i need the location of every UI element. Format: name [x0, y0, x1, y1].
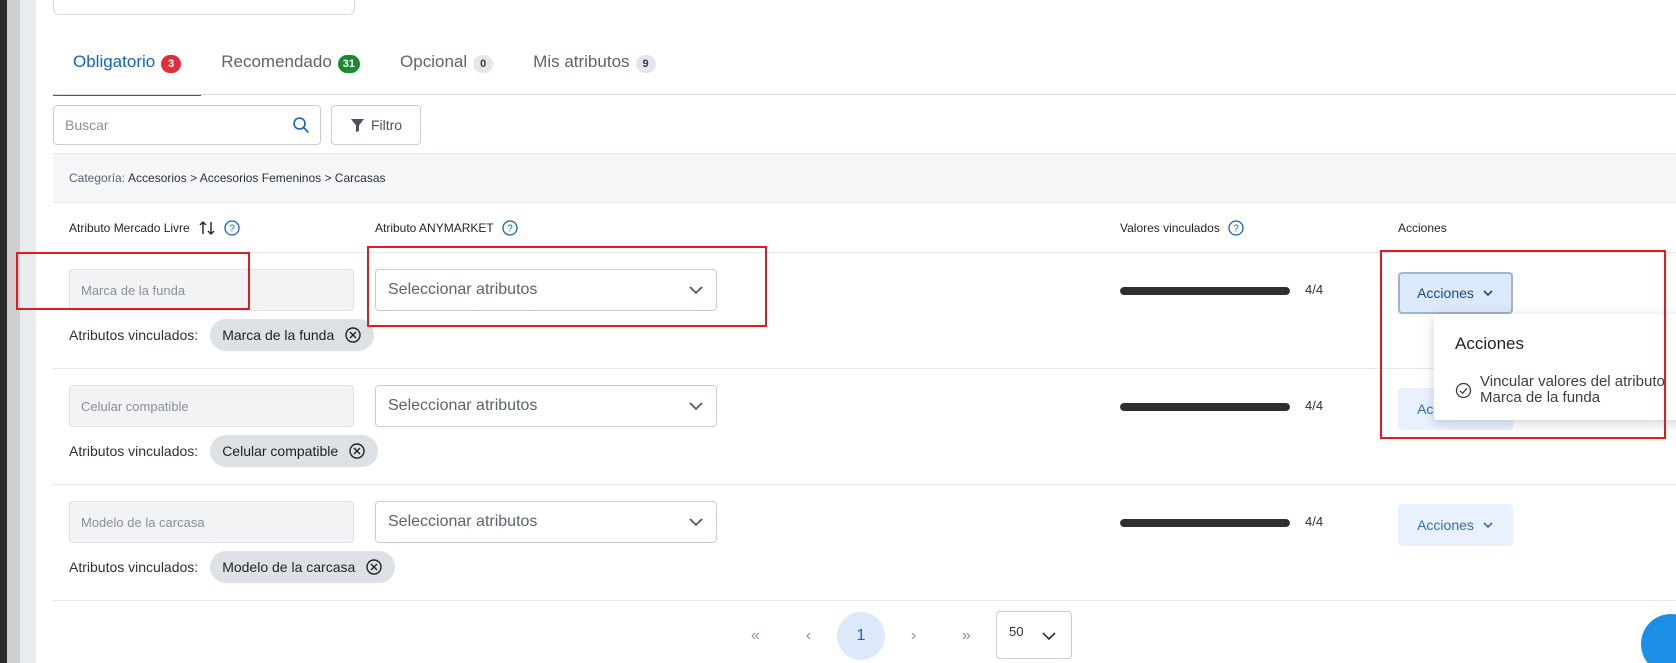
linked-values-progress	[1120, 403, 1290, 411]
page-size-value: 50	[1009, 624, 1024, 639]
chevron-down-icon	[1042, 632, 1056, 641]
tab-recomendado[interactable]: Recomendado 31	[201, 40, 380, 96]
tab-label: Obligatorio	[73, 52, 156, 71]
next-page-button[interactable]: ›	[887, 612, 940, 660]
tab-count-badge: 31	[337, 55, 361, 73]
filter-icon	[350, 118, 364, 132]
filter-label: Filtro	[370, 117, 403, 133]
tab-count-badge: 0	[473, 55, 494, 73]
chevron-down-icon	[1483, 522, 1493, 529]
sort-icon[interactable]	[198, 219, 216, 237]
search-input[interactable]	[65, 106, 285, 144]
category-path: Accesorios > Accesorios Femeninos > Carc…	[128, 171, 386, 185]
left-window-edge	[0, 0, 7, 663]
header-label: Atributo Mercado Livre	[69, 221, 190, 235]
linked-attribute-chip: Celular compatible	[210, 435, 379, 467]
header-label: Atributo ANYMARKET	[375, 221, 494, 235]
linked-attribute-chip: Marca de la funda	[210, 319, 375, 351]
progress-text: 4/4	[1305, 514, 1324, 529]
remove-chip-icon[interactable]	[344, 326, 362, 344]
tab-bar: Obligatorio 3 Recomendado 31 Opcional 0 …	[53, 40, 676, 96]
current-page-button[interactable]: 1	[837, 612, 885, 660]
prev-page-button[interactable]: ‹	[782, 612, 835, 660]
page-size-select[interactable]: 50	[996, 611, 1072, 659]
linked-label: Atributos vinculados:	[69, 327, 199, 343]
annotation-highlight-box	[1380, 250, 1666, 439]
tab-label: Opcional	[400, 52, 468, 71]
header-label: Valores vinculados	[1120, 221, 1220, 235]
linked-attribute-chip: Modelo de la carcasa	[210, 551, 396, 583]
linked-label: Atributos vinculados:	[69, 443, 199, 459]
search-box	[53, 105, 321, 145]
progress-fill	[1120, 519, 1290, 527]
annotation-highlight-box	[16, 252, 250, 310]
select-placeholder: Seleccionar atributos	[388, 397, 538, 414]
progress-fill	[1120, 287, 1290, 295]
linked-label: Atributos vinculados:	[69, 559, 199, 575]
header-label: Acciones	[1398, 221, 1447, 235]
tab-label: Mis atributos	[533, 52, 630, 71]
tab-count-badge: 9	[635, 55, 656, 73]
chevron-down-icon	[689, 518, 703, 527]
chip-label: Celular compatible	[222, 443, 339, 459]
header-ml-attribute: Atributo Mercado Livre ?	[69, 203, 240, 253]
chevron-down-icon	[689, 402, 703, 411]
header-linked-values: Valores vinculados ?	[1120, 203, 1244, 253]
help-icon[interactable]: ?	[224, 220, 240, 236]
anymarket-attribute-select[interactable]: Seleccionar atributos	[375, 501, 717, 543]
linked-values-progress	[1120, 519, 1290, 527]
linked-values-progress	[1120, 287, 1290, 295]
anymarket-attribute-select[interactable]: Seleccionar atributos	[375, 385, 717, 427]
tab-label: Recomendado	[221, 52, 332, 71]
actions-label: Acciones	[1417, 517, 1474, 533]
table-row: Modelo de la carcasa Seleccionar atribut…	[53, 485, 1676, 601]
svg-text:?: ?	[1233, 224, 1239, 235]
select-placeholder: Seleccionar atributos	[388, 513, 538, 530]
ml-attribute-field: Celular compatible	[69, 385, 354, 427]
top-box	[53, 0, 355, 15]
search-icon[interactable]	[292, 116, 310, 134]
filter-button[interactable]: Filtro	[331, 105, 421, 145]
table-header: Atributo Mercado Livre ? Atributo ANYMAR…	[53, 203, 1676, 253]
progress-text: 4/4	[1305, 282, 1324, 297]
progress-text: 4/4	[1305, 398, 1324, 413]
last-page-button[interactable]: »	[940, 612, 993, 660]
left-scrollbar[interactable]	[7, 0, 20, 663]
ml-attribute-field: Modelo de la carcasa	[69, 501, 354, 543]
category-label: Categoría:	[69, 171, 126, 185]
tab-obligatorio[interactable]: Obligatorio 3	[53, 40, 202, 96]
tab-mis-atributos[interactable]: Mis atributos 9	[513, 40, 675, 96]
linked-attributes: Atributos vinculados: Marca de la funda	[69, 319, 375, 351]
first-page-button[interactable]: «	[729, 612, 782, 660]
annotation-highlight-box	[367, 246, 767, 327]
header-actions: Acciones	[1398, 203, 1447, 253]
linked-attributes: Atributos vinculados: Celular compatible	[69, 435, 379, 467]
progress-fill	[1120, 403, 1290, 411]
tab-opcional[interactable]: Opcional 0	[380, 40, 513, 96]
linked-attributes: Atributos vinculados: Modelo de la carca…	[69, 551, 396, 583]
svg-text:?: ?	[507, 224, 513, 235]
chip-label: Marca de la funda	[222, 327, 335, 343]
chip-label: Modelo de la carcasa	[222, 559, 356, 575]
help-icon[interactable]: ?	[1228, 220, 1244, 236]
actions-button[interactable]: Acciones	[1398, 504, 1513, 546]
remove-chip-icon[interactable]	[365, 558, 383, 576]
help-icon[interactable]: ?	[502, 220, 518, 236]
tab-count-badge: 3	[161, 55, 182, 73]
category-breadcrumb: Categoría: Accesorios > Accesorios Femen…	[53, 153, 1676, 203]
remove-chip-icon[interactable]	[348, 442, 366, 460]
tabs-divider	[53, 94, 1676, 95]
svg-text:?: ?	[229, 224, 235, 235]
left-gutter	[20, 0, 36, 663]
pagination: « ‹ 1 › »	[729, 611, 993, 661]
